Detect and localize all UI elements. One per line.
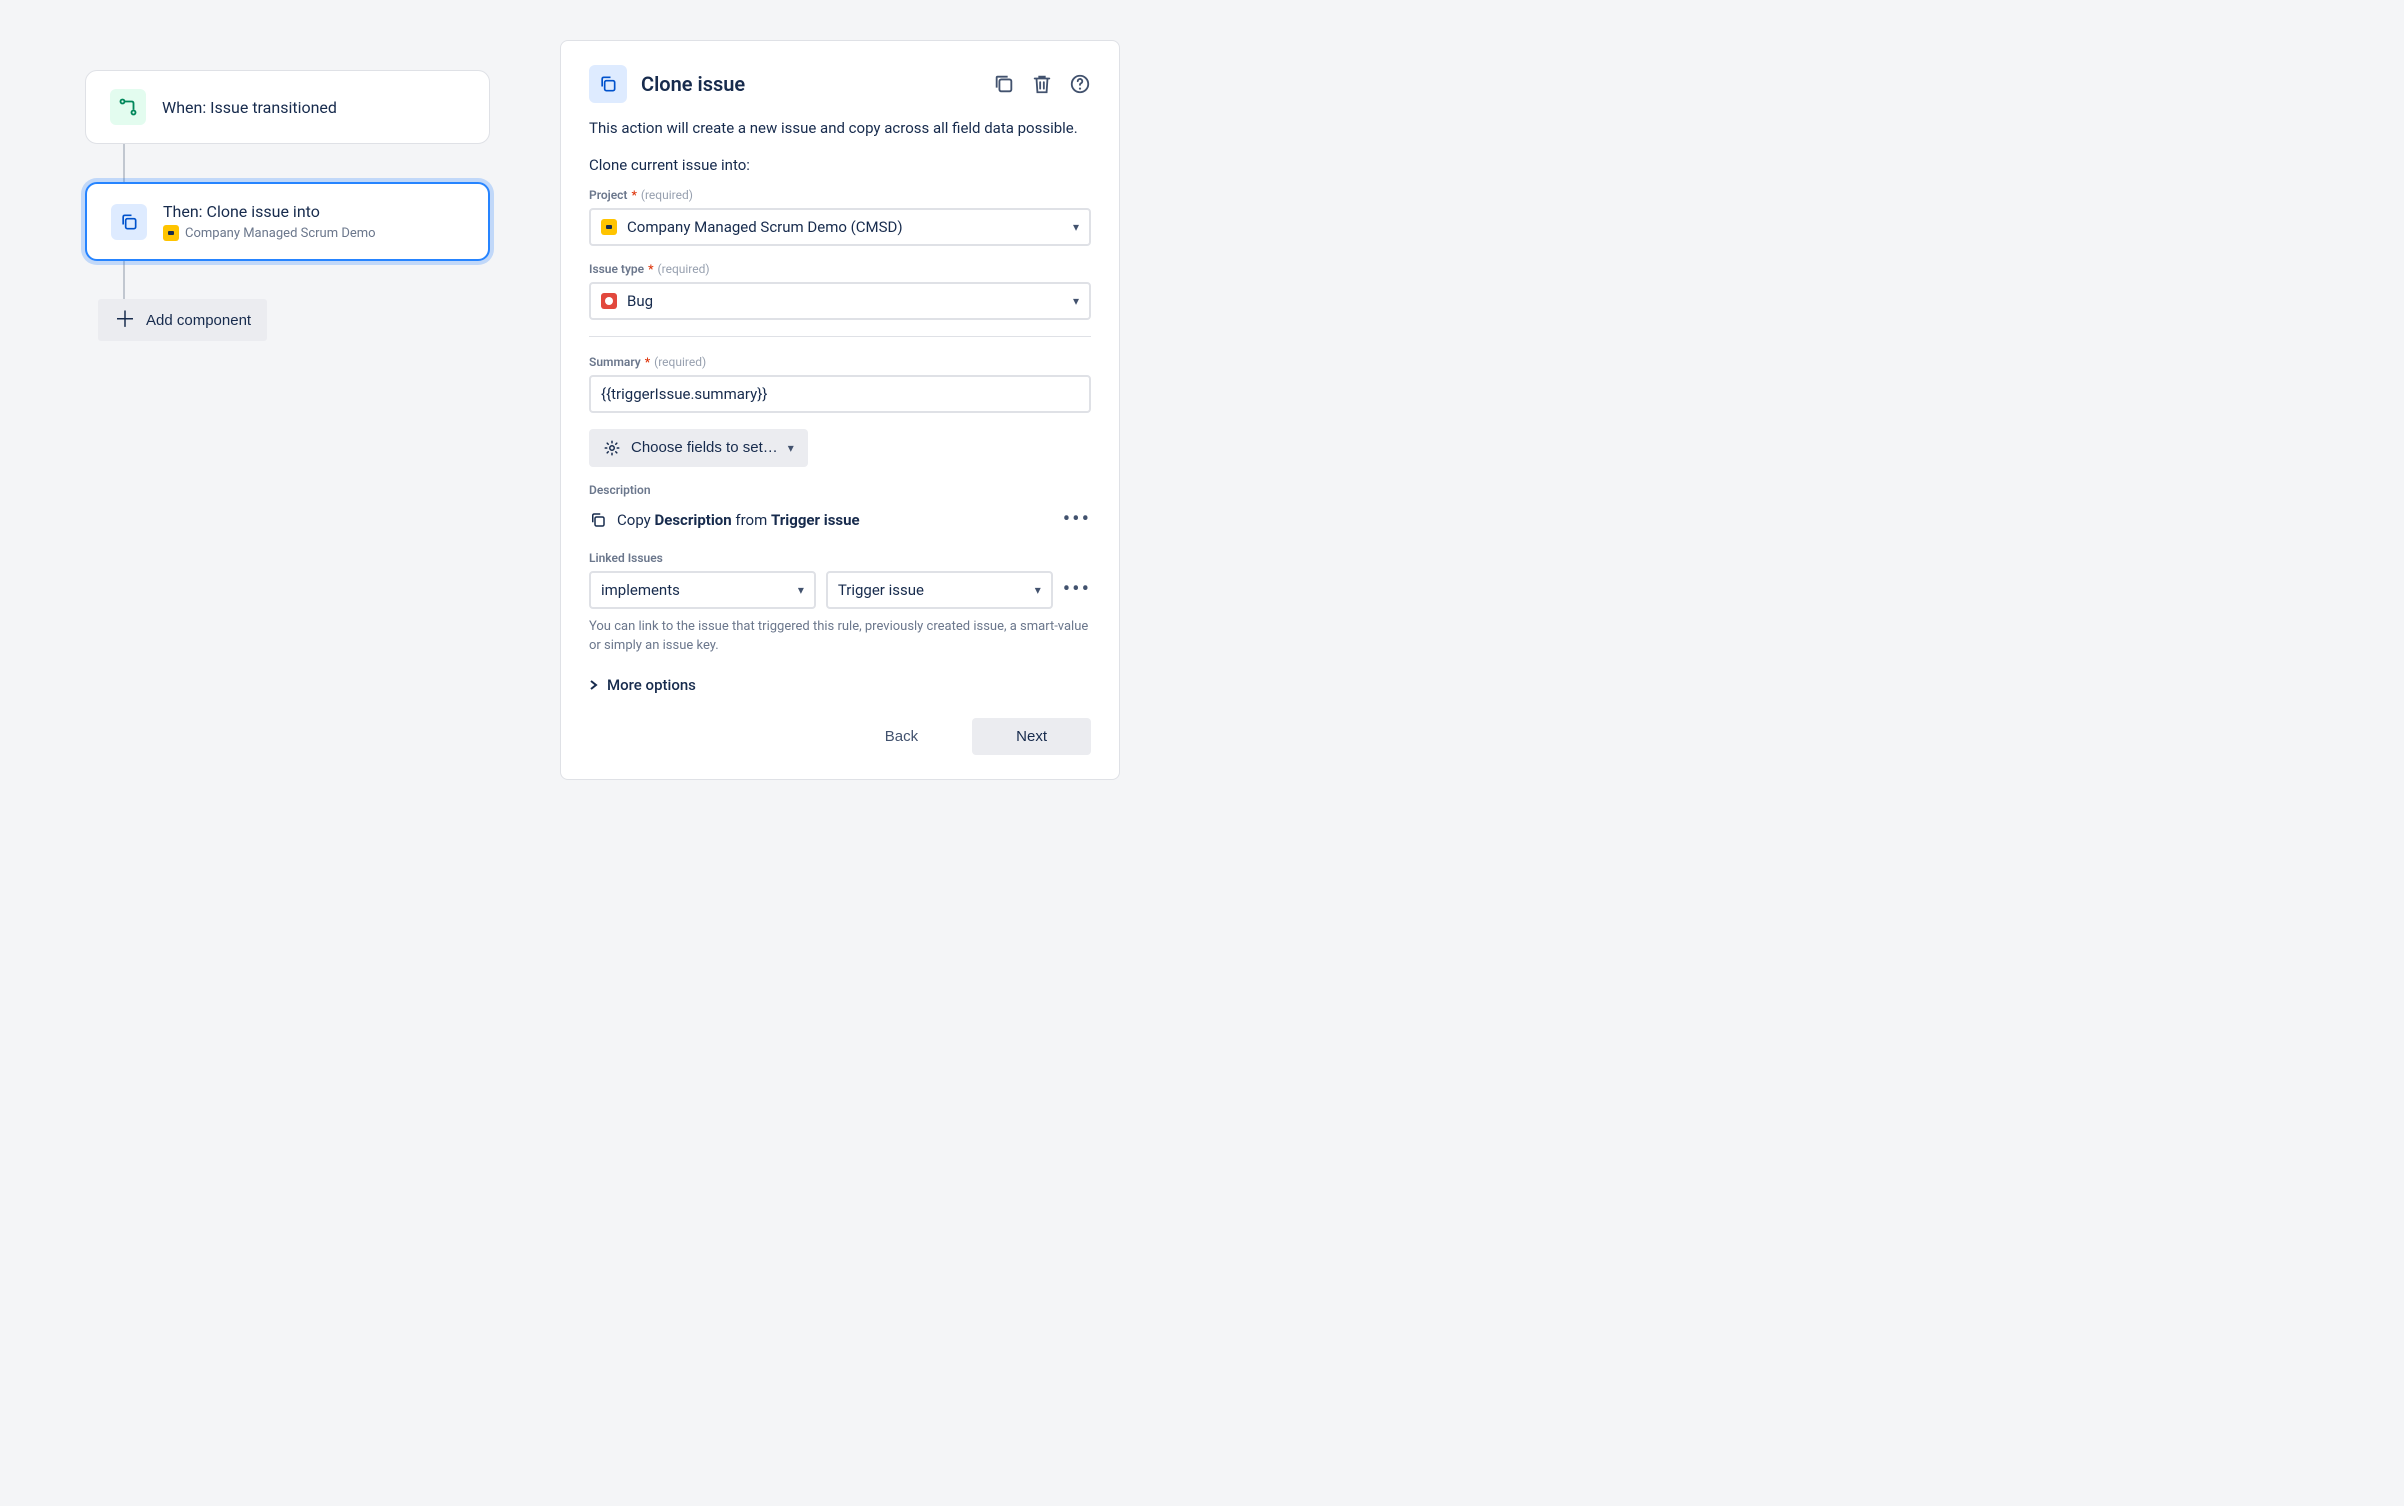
linked-hint: You can link to the issue that triggered…	[589, 617, 1091, 656]
clone-icon	[589, 65, 627, 103]
link-target-select[interactable]: Trigger issue ▾	[826, 571, 1053, 609]
help-icon[interactable]	[1069, 73, 1091, 95]
project-select[interactable]: Company Managed Scrum Demo (CMSD) ▾	[589, 208, 1091, 246]
trigger-node[interactable]: When: Issue transitioned	[85, 70, 490, 144]
action-subtitle: Company Managed Scrum Demo	[163, 225, 376, 241]
chevron-down-icon: ▾	[1073, 220, 1079, 234]
issuetype-select[interactable]: Bug ▾	[589, 282, 1091, 320]
panel-subtitle: Clone current issue into:	[589, 156, 1091, 174]
summary-input[interactable]	[589, 375, 1091, 413]
connector-line	[123, 144, 125, 182]
link-type-select[interactable]: implements ▾	[589, 571, 816, 609]
duplicate-icon[interactable]	[993, 73, 1015, 95]
description-field-label: Description	[589, 483, 1091, 497]
copy-icon	[589, 511, 607, 529]
more-actions-icon[interactable]: •••	[1063, 509, 1091, 531]
chevron-right-icon	[589, 680, 599, 690]
clone-icon	[111, 204, 147, 240]
rule-flow-column: When: Issue transitioned Then: Clone iss…	[80, 40, 500, 780]
more-actions-icon[interactable]: •••	[1063, 579, 1091, 601]
copy-description-row: Copy Description from Trigger issue	[589, 511, 860, 529]
more-options-toggle[interactable]: More options	[589, 676, 1091, 694]
plus-icon: ＋	[114, 309, 136, 331]
project-avatar-icon	[601, 219, 617, 235]
action-node-clone[interactable]: Then: Clone issue into Company Managed S…	[85, 182, 490, 261]
chevron-down-icon: ▾	[798, 583, 804, 597]
next-button[interactable]: Next	[972, 718, 1091, 755]
config-panel: Clone issue This action will create a ne…	[560, 40, 1120, 780]
connector-line	[123, 261, 125, 299]
panel-title: Clone issue	[641, 72, 745, 96]
issuetype-field-label: Issue type * (required)	[589, 262, 1091, 276]
project-field-label: Project * (required)	[589, 188, 1091, 202]
chevron-down-icon: ▾	[1073, 294, 1079, 308]
back-button[interactable]: Back	[841, 718, 962, 755]
gear-icon	[603, 439, 621, 457]
summary-field-label: Summary * (required)	[589, 355, 1091, 369]
trigger-title: When: Issue transitioned	[162, 98, 337, 117]
project-avatar-icon	[163, 225, 179, 241]
panel-description: This action will create a new issue and …	[589, 117, 1091, 140]
action-title: Then: Clone issue into	[163, 202, 376, 221]
bug-icon	[601, 293, 617, 309]
linked-issues-label: Linked Issues	[589, 551, 1091, 565]
transition-icon	[110, 89, 146, 125]
delete-icon[interactable]	[1031, 73, 1053, 95]
chevron-down-icon: ▾	[1035, 583, 1041, 597]
choose-fields-button[interactable]: Choose fields to set… ▾	[589, 429, 808, 467]
add-component-button[interactable]: ＋ Add component	[98, 299, 267, 341]
chevron-down-icon: ▾	[788, 441, 794, 455]
